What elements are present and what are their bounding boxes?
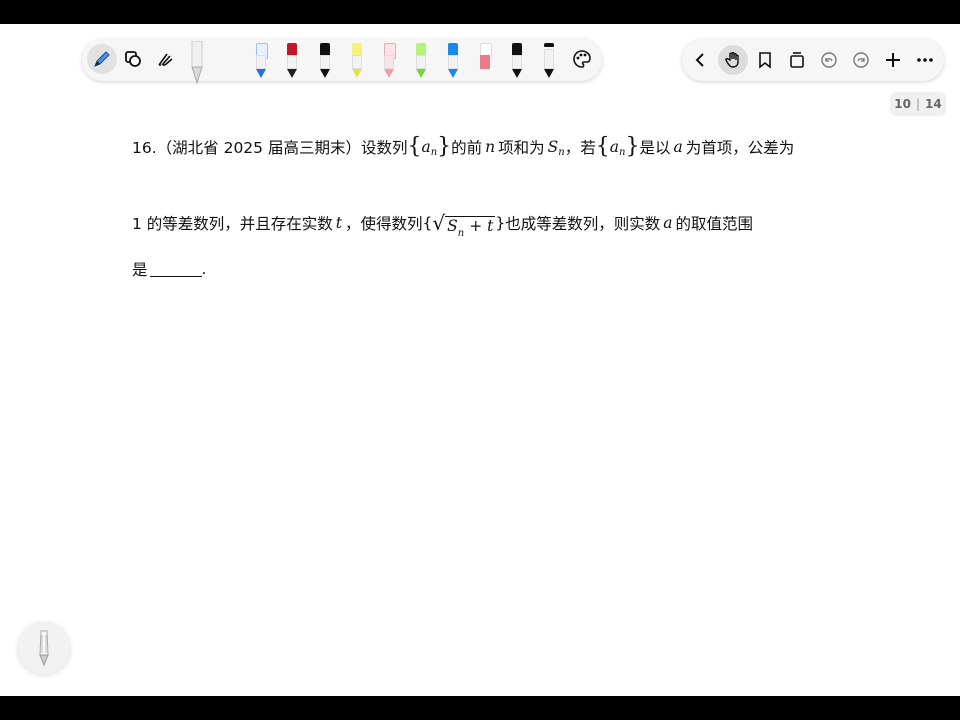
close-brace: }	[495, 214, 506, 232]
brush-icon	[39, 630, 49, 667]
open-brace: {	[407, 133, 422, 159]
black-pen[interactable]	[317, 41, 333, 81]
pink-eraser-pen[interactable]	[381, 41, 397, 81]
color-palette-icon[interactable]	[567, 44, 597, 74]
floating-brush-button[interactable]	[18, 622, 70, 674]
var-a: a	[609, 138, 620, 156]
yellow-highlighter[interactable]	[349, 41, 365, 81]
back-icon[interactable]	[686, 45, 716, 75]
red-pen[interactable]	[284, 41, 300, 81]
screen: 10 | 14 16.（湖北省 2025 届高三期末）设数列 {a n} 的前 n…	[0, 24, 960, 696]
black-thin-pen[interactable]	[541, 41, 557, 81]
open-brace: {	[595, 133, 610, 159]
pen-tool-icon[interactable]	[87, 44, 117, 74]
sqrt-expression: √ Sn + t	[432, 211, 496, 239]
blue-pencil[interactable]	[445, 41, 461, 81]
var-a: a	[421, 138, 431, 156]
hand-icon[interactable]	[718, 45, 748, 75]
green-highlighter[interactable]	[413, 41, 429, 81]
page-separator: |	[915, 97, 921, 111]
text-dengcha: 1 的等差数列，并且存在实数	[132, 215, 333, 233]
current-page: 10	[894, 97, 911, 111]
drawing-toolbar	[82, 39, 602, 85]
redo-icon[interactable]	[846, 45, 876, 75]
shapes-icon[interactable]	[118, 44, 148, 74]
var-n: n	[485, 138, 496, 156]
navigation-toolbar	[682, 39, 944, 81]
pink-marker[interactable]	[477, 41, 493, 81]
eraser-icon[interactable]	[150, 44, 180, 74]
question-line-3: 是 .	[132, 254, 206, 284]
radical-sign: √	[432, 211, 446, 235]
text-xianghe: 项和为	[498, 139, 545, 157]
plus-t: + t	[469, 217, 494, 235]
question-line-1: 16.（湖北省 2025 届高三期末）设数列 {a n} 的前 n 项和为 Sn …	[132, 132, 794, 162]
close-brace: }	[437, 133, 452, 159]
page-indicator: 10 | 14	[890, 92, 946, 116]
copy-icon[interactable]	[782, 45, 812, 75]
text-qian: 的前	[451, 139, 483, 157]
question-prefix: 16.（湖北省 2025 届高三期末）设数列	[132, 139, 408, 157]
var-S: S	[547, 138, 559, 156]
pen-set	[247, 39, 567, 81]
add-icon[interactable]	[878, 45, 908, 75]
open-brace: {	[422, 214, 433, 232]
period: .	[201, 260, 207, 278]
more-icon[interactable]	[910, 45, 940, 75]
sub-n: n	[558, 146, 565, 158]
black-marker[interactable]	[509, 41, 525, 81]
text-shide: ，使得数列	[345, 215, 423, 233]
var-S: S	[447, 217, 458, 235]
undo-icon[interactable]	[814, 45, 844, 75]
question-line-2: 1 的等差数列，并且存在实数 t ，使得数列 { √ Sn + t } 也成等差数…	[132, 208, 753, 239]
radicand: Sn + t	[445, 216, 496, 239]
brush-icon[interactable]	[188, 41, 206, 85]
text-shi: 是	[132, 261, 148, 279]
bookmark-icon[interactable]	[750, 45, 780, 75]
close-brace: }	[625, 133, 640, 159]
text-yecheng: 也成等差数列，则实数	[505, 215, 661, 233]
text-shiyi: 是以	[639, 139, 671, 157]
total-pages: 14	[925, 97, 942, 111]
text-shouxiang: 为首项，公差为	[685, 139, 795, 157]
var-a: a	[663, 214, 673, 232]
answer-blank[interactable]	[149, 262, 202, 277]
blue-fountain-pen[interactable]	[253, 41, 269, 81]
var-t: t	[335, 214, 343, 232]
sub-n: n	[457, 228, 465, 239]
text-ruo: ，若	[564, 139, 596, 157]
var-a: a	[673, 138, 683, 156]
text-fanwei: 的取值范围	[675, 215, 753, 233]
